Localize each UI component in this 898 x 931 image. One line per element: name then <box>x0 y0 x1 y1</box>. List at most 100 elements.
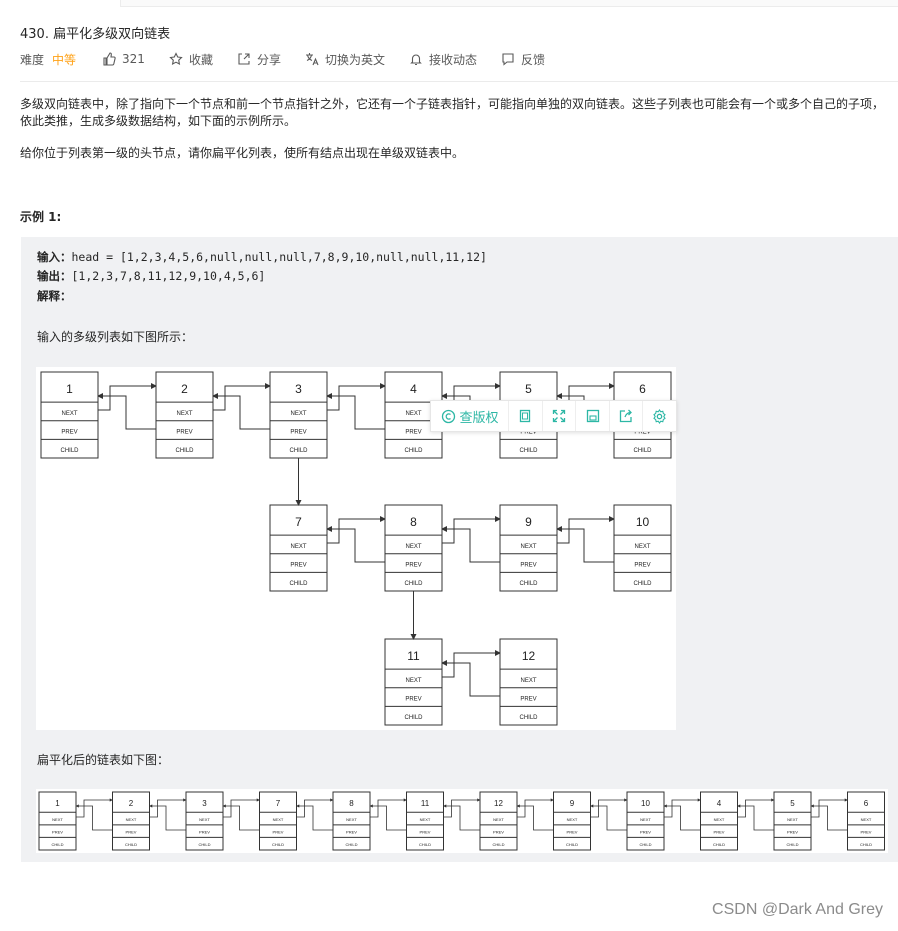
next-link <box>149 798 187 818</box>
next-link <box>223 798 260 818</box>
node-field-child: CHILD <box>633 448 652 454</box>
node-value: 8 <box>410 515 417 529</box>
favorite-button[interactable]: 收藏 <box>169 51 213 68</box>
example-code-block: 输入：head = [1,2,3,4,5,6,null,null,null,7,… <box>21 237 898 862</box>
feedback-icon <box>502 53 514 66</box>
toolbar-settings-button[interactable] <box>643 401 676 431</box>
toolbar-expand-button[interactable] <box>543 401 577 431</box>
node-field-prev: PREV <box>493 829 504 834</box>
like-button[interactable]: 321 <box>102 52 145 66</box>
prev-link <box>441 526 500 563</box>
switch-language-button[interactable]: 切换为英文 <box>305 51 385 68</box>
list-node-10: 10 NEXT PREV CHILD <box>613 504 672 592</box>
problem-title: 430. 扁平化多级双向链表 <box>20 27 171 42</box>
node-value: 10 <box>636 515 650 529</box>
prev-link <box>443 804 480 831</box>
node-field-next: NEXT <box>520 544 536 550</box>
difficulty-value: 中等 <box>52 52 77 67</box>
node-field-next: NEXT <box>861 817 872 822</box>
switch-language-label: 切换为英文 <box>324 52 385 67</box>
list-node-5: 5 NEXT PREV CHILD <box>773 791 812 851</box>
share-icon <box>238 53 250 65</box>
save-icon <box>586 409 599 423</box>
toolbar-copy-button[interactable] <box>509 401 543 431</box>
node-field-prev: PREV <box>640 829 651 834</box>
node-value: 10 <box>641 799 650 808</box>
flattened-list-diagram: 1 NEXT PREV CHILD 2 NEXT PREV CHILD 3 NEXT PREV CHI… <box>36 789 888 853</box>
list-node-2: 2 NEXT PREV CHILD <box>112 791 150 851</box>
explain-label: 解释： <box>37 289 72 303</box>
next-link <box>327 383 386 411</box>
node-field-prev: PREV <box>273 829 284 834</box>
node-field-next: NEXT <box>714 817 725 822</box>
node-field-child: CHILD <box>345 842 357 847</box>
prev-link <box>590 804 627 831</box>
translate-icon <box>305 53 319 66</box>
feedback-label: 反馈 <box>521 52 546 67</box>
feedback-button[interactable]: 反馈 <box>501 51 545 68</box>
next-link <box>442 650 501 678</box>
list-node-12: 12 NEXT PREV CHILD <box>479 791 518 851</box>
node-field-prev: PREV <box>861 829 872 834</box>
list-node-7: 7 NEXT PREV CHILD <box>269 504 328 592</box>
toolbar-share-button[interactable] <box>610 401 644 431</box>
prev-link <box>810 804 848 831</box>
node-field-child: CHILD <box>519 581 538 587</box>
node-value: 5 <box>525 382 532 396</box>
prev-link <box>556 526 614 563</box>
like-count: 321 <box>122 52 145 66</box>
thumbs-up-icon <box>103 52 116 66</box>
prev-link <box>222 804 260 831</box>
next-link <box>76 798 113 818</box>
share-button[interactable]: 分享 <box>237 51 281 68</box>
node-field-next: NEXT <box>405 544 421 550</box>
node-field-prev: PREV <box>714 829 725 834</box>
node-field-prev: PREV <box>634 562 650 568</box>
subscribe-label: 接收动态 <box>428 52 477 67</box>
node-field-next: NEXT <box>290 544 306 550</box>
node-field-prev: PREV <box>346 829 357 834</box>
node-field-prev: PREV <box>420 829 431 834</box>
list-node-1: 1 NEXT PREV CHILD <box>40 371 99 459</box>
node-field-next: NEXT <box>420 817 431 822</box>
subscribe-button[interactable]: 接收动态 <box>409 51 477 68</box>
share-label: 分享 <box>256 52 281 67</box>
list-node-8: 8 NEXT PREV CHILD <box>384 504 443 592</box>
node-field-child: CHILD <box>125 842 137 847</box>
copyright-check-button[interactable]: 查版权 <box>431 401 510 431</box>
divider <box>20 81 898 82</box>
description-paragraph-1: 多级双向链表中，除了指向下一个节点和前一个节点指针之外，它还有一个子链表指针，可… <box>20 97 885 128</box>
node-value: 7 <box>295 515 302 529</box>
next-link <box>664 798 701 818</box>
image-toolbar: 查版权 <box>430 400 677 432</box>
node-value: 8 <box>349 799 354 808</box>
share-icon <box>619 409 633 423</box>
node-field-child: CHILD <box>492 842 504 847</box>
toolbar-save-button[interactable] <box>576 401 610 431</box>
node-field-child: CHILD <box>289 448 308 454</box>
node-field-next: NEXT <box>493 817 504 822</box>
node-value: 2 <box>129 799 134 808</box>
next-link <box>517 798 554 818</box>
prev-link <box>516 804 554 831</box>
node-value: 7 <box>276 799 281 808</box>
bell-icon <box>410 54 422 66</box>
expand-icon <box>552 409 566 423</box>
list-node-10: 10 NEXT PREV CHILD <box>626 791 665 851</box>
node-field-prev: PREV <box>176 429 192 435</box>
node-field-prev: PREV <box>520 562 536 568</box>
node-value: 9 <box>525 515 532 529</box>
node-value: 12 <box>522 649 536 663</box>
node-value: 9 <box>570 799 575 808</box>
list-node-8: 8 NEXT PREV CHILD <box>332 791 371 851</box>
prev-link <box>97 393 156 430</box>
node-field-next: NEXT <box>405 678 421 684</box>
node-field-next: NEXT <box>176 411 192 417</box>
input-value: head = [1,2,3,4,5,6,null,null,null,7,8,9… <box>71 250 487 264</box>
node-field-next: NEXT <box>520 678 536 684</box>
node-field-prev: PREV <box>567 829 578 834</box>
node-field-next: NEXT <box>290 411 306 417</box>
list-node-4: 4 NEXT PREV CHILD <box>700 791 738 851</box>
list-node-9: 9 NEXT PREV CHILD <box>499 504 558 592</box>
settings-icon <box>653 408 666 424</box>
